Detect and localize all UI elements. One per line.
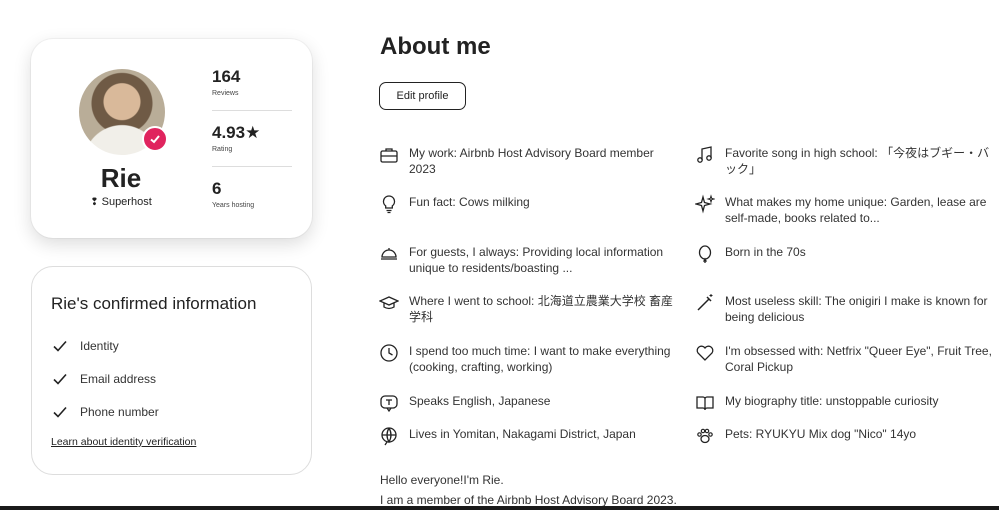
- edit-profile-button[interactable]: Edit profile: [379, 82, 466, 110]
- heart-icon: [696, 345, 714, 361]
- confirmed-item-email: Email address: [51, 370, 156, 388]
- stat-value: 164: [212, 67, 241, 86]
- clock-icon: [380, 344, 398, 362]
- fact-text: Most useless skill: The onigiri I make i…: [725, 294, 988, 324]
- fact-home: What makes my home unique: Garden, lease…: [695, 194, 995, 226]
- about-title: About me: [380, 33, 491, 60]
- confirmed-info-title: Rie's confirmed information: [51, 294, 257, 313]
- fact-lives: Lives in Yomitan, Nakagami District, Jap…: [379, 426, 679, 446]
- fact-text: Speaks English, Japanese: [409, 394, 551, 408]
- sparkles-icon: [695, 194, 715, 214]
- fact-text: Pets: RYUKYU Mix dog "Nico" 14yo: [725, 427, 917, 441]
- fact-guests: For guests, I always: Providing local in…: [379, 244, 679, 276]
- bottom-border: [0, 506, 999, 510]
- cloche-icon: [381, 248, 397, 260]
- fact-fun: Fun fact: Cows milking: [379, 194, 679, 214]
- confirmed-item-label: Phone number: [80, 405, 159, 419]
- superhost-badge: ❢ Superhost: [71, 196, 171, 208]
- bio-line: I am a member of the Airbnb Host Advisor…: [380, 493, 677, 507]
- fact-work: My work: Airbnb Host Advisory Board memb…: [379, 145, 679, 177]
- paw-icon: [697, 428, 713, 444]
- briefcase-icon: [380, 148, 398, 163]
- bio-line: Hello everyone!I'm Rie.: [380, 473, 504, 487]
- stat-rating: 4.93★ Rating: [212, 123, 292, 153]
- identity-verification-link[interactable]: Learn about identity verification: [51, 436, 196, 448]
- fact-text: I spend too much time: I want to make ev…: [409, 344, 671, 374]
- fact-text: Lives in Yomitan, Nakagami District, Jap…: [409, 427, 636, 441]
- balloon-icon: [698, 245, 712, 263]
- fact-text: My work: Airbnb Host Advisory Board memb…: [409, 146, 654, 176]
- fact-pets: Pets: RYUKYU Mix dog "Nico" 14yo: [695, 426, 995, 446]
- confirmed-item-identity: Identity: [51, 337, 119, 355]
- stat-label: Years hosting: [212, 202, 255, 209]
- host-name: Rie: [100, 163, 142, 193]
- superhost-label: Superhost: [101, 196, 152, 208]
- divider: [212, 166, 292, 167]
- magic-wand-icon: [697, 294, 713, 311]
- superhost-icon: ❢: [90, 197, 99, 208]
- confirmed-item-label: Email address: [80, 372, 157, 386]
- fact-text: My biography title: unstoppable curiosit…: [725, 394, 939, 408]
- stat-reviews: 164 Reviews: [212, 67, 292, 97]
- verified-badge-icon: [142, 126, 168, 152]
- stat-years-hosting: 6 Years hosting: [212, 179, 292, 209]
- host-card: Rie ❢ Superhost 164 Reviews 4.93★ Rating …: [31, 39, 312, 238]
- fact-text: Born in the 70s: [725, 245, 806, 259]
- music-note-icon: [697, 146, 712, 163]
- fact-text: For guests, I always: Providing local in…: [409, 245, 664, 275]
- speech-bubble-icon: [380, 395, 398, 413]
- lightbulb-icon: [382, 195, 396, 214]
- fact-text: I'm obsessed with: Netfrix "Queer Eye", …: [725, 344, 992, 374]
- confirmed-item-label: Identity: [80, 339, 119, 353]
- fact-skill: Most useless skill: The onigiri I make i…: [695, 293, 995, 325]
- stat-value: 4.93★: [212, 123, 261, 142]
- book-icon: [696, 396, 714, 411]
- fact-obsessed: I'm obsessed with: Netfrix "Queer Eye", …: [695, 343, 995, 375]
- fact-text: What makes my home unique: Garden, lease…: [725, 195, 987, 225]
- fact-school: Where I went to school: 北海道立農業大学校 畜産学科: [379, 293, 679, 325]
- divider: [212, 110, 292, 111]
- globe-icon: [381, 427, 397, 446]
- fact-text: Fun fact: Cows milking: [409, 195, 530, 209]
- check-icon: [53, 340, 67, 352]
- check-icon: [53, 373, 67, 385]
- stat-value: 6: [212, 179, 222, 198]
- fact-languages: Speaks English, Japanese: [379, 393, 679, 413]
- stat-label: Rating: [212, 146, 233, 153]
- check-icon: [53, 406, 67, 418]
- confirmed-item-phone: Phone number: [51, 403, 159, 421]
- fact-song: Favorite song in high school: 「今夜はブギー・バッ…: [695, 145, 995, 177]
- fact-text: Favorite song in high school: 「今夜はブギー・バッ…: [725, 146, 990, 176]
- graduation-cap-icon: [379, 296, 399, 310]
- fact-biography: My biography title: unstoppable curiosit…: [695, 393, 995, 413]
- stat-label: Reviews: [212, 90, 239, 97]
- confirmed-info-card: Rie's confirmed information Identity Ema…: [31, 266, 312, 475]
- fact-time: I spend too much time: I want to make ev…: [379, 343, 679, 375]
- fact-text: Where I went to school: 北海道立農業大学校 畜産学科: [409, 294, 674, 324]
- fact-born: Born in the 70s: [695, 244, 995, 264]
